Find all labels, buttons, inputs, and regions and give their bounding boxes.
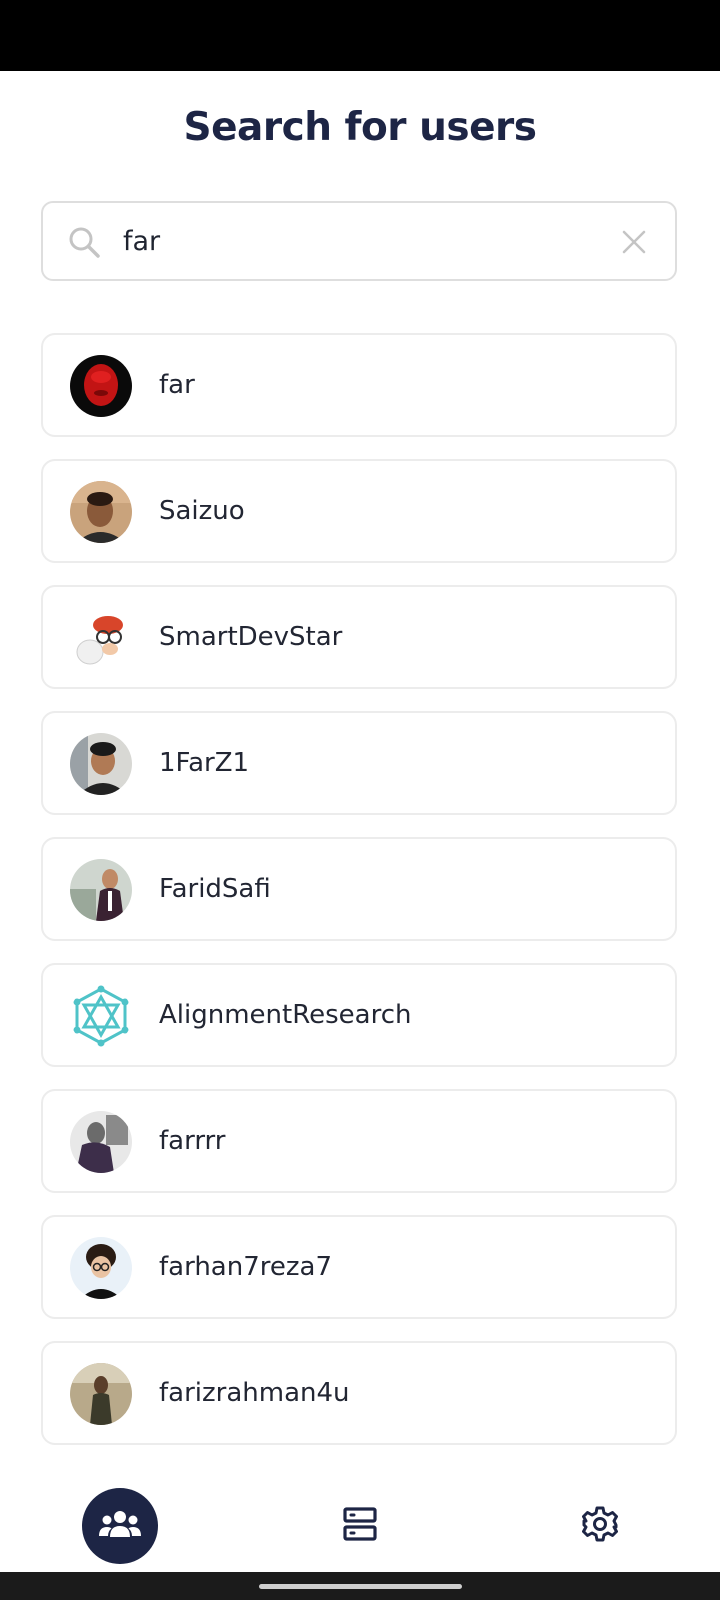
user-name: farhan7reza7 — [159, 1252, 332, 1282]
avatar — [70, 481, 132, 543]
close-icon[interactable] — [619, 227, 649, 257]
servers-icon — [343, 1507, 377, 1545]
avatar — [70, 985, 132, 1047]
user-name: Saizuo — [159, 496, 245, 526]
nav-settings-button[interactable] — [562, 1488, 638, 1564]
page-title: Search for users — [183, 105, 538, 150]
user-name: farizrahman4u — [159, 1378, 350, 1408]
search-box[interactable] — [41, 201, 677, 281]
search-icon — [67, 225, 101, 259]
avatar — [70, 733, 132, 795]
avatar — [70, 1237, 132, 1299]
user-name: farrrr — [159, 1126, 226, 1156]
user-name: FaridSafi — [159, 874, 271, 904]
list-item[interactable]: far — [41, 333, 677, 437]
avatar — [70, 1363, 132, 1425]
avatar — [70, 607, 132, 669]
nav-users-button[interactable] — [82, 1488, 158, 1564]
avatar — [70, 355, 132, 417]
nav-servers-button[interactable] — [322, 1488, 398, 1564]
search-input[interactable] — [123, 217, 583, 265]
user-name: AlignmentResearch — [159, 1000, 412, 1030]
system-gesture-bar — [0, 1572, 720, 1600]
user-name: SmartDevStar — [159, 622, 343, 652]
list-item[interactable]: Saizuo — [41, 459, 677, 563]
users-icon — [99, 1509, 141, 1543]
list-item[interactable]: 1FarZ1 — [41, 711, 677, 815]
list-item[interactable]: farrrr — [41, 1089, 677, 1193]
list-item[interactable]: AlignmentResearch — [41, 963, 677, 1067]
bottom-navigation — [0, 1478, 720, 1574]
status-bar — [0, 0, 720, 71]
home-gesture-handle[interactable] — [259, 1584, 462, 1589]
avatar — [70, 859, 132, 921]
list-item[interactable]: farhan7reza7 — [41, 1215, 677, 1319]
avatar — [70, 1111, 132, 1173]
list-item[interactable]: FaridSafi — [41, 837, 677, 941]
list-item[interactable]: SmartDevStar — [41, 585, 677, 689]
gear-icon — [582, 1506, 618, 1546]
list-item[interactable]: farizrahman4u — [41, 1341, 677, 1445]
user-name: 1FarZ1 — [159, 748, 250, 778]
user-name: far — [159, 370, 195, 400]
search-results-list: far Saizuo SmartDevStar 1FarZ1 FaridSafi… — [41, 333, 677, 1467]
